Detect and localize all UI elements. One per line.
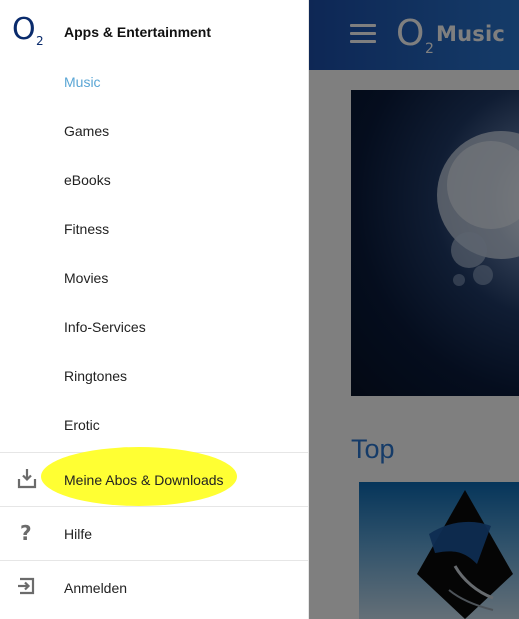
submenu-item-movies[interactable]: Movies (64, 253, 108, 302)
drawer-title: Apps & Entertainment (64, 24, 212, 40)
drawer-row-label: Meine Abos & Downloads (64, 471, 224, 488)
question-mark-icon: ? (16, 521, 38, 545)
submenu-item-games[interactable]: Games (64, 106, 109, 155)
submenu-item-erotic[interactable]: Erotic (64, 400, 100, 449)
submenu-item-fitness[interactable]: Fitness (64, 204, 109, 253)
svg-text:?: ? (20, 521, 32, 543)
submenu-item-music[interactable]: Music (64, 57, 101, 106)
submenu-item-info-services[interactable]: Info-Services (64, 302, 146, 351)
submenu-item-ebooks[interactable]: eBooks (64, 155, 111, 204)
download-tray-icon (16, 467, 38, 489)
logo-two: 2 (36, 34, 44, 48)
navigation-drawer: O 2 Apps & Entertainment Music Games eBo… (0, 0, 309, 619)
drawer-row-label: Anmelden (64, 579, 128, 596)
logo-o: O (12, 12, 36, 47)
drawer-row-downloads[interactable]: Meine Abos & Downloads (0, 453, 308, 506)
login-arrow-icon (16, 575, 38, 597)
drawer-row-help[interactable]: ? Hilfe (0, 507, 308, 560)
o2-logo[interactable]: O 2 (12, 15, 48, 51)
submenu-item-ringtones[interactable]: Ringtones (64, 351, 127, 400)
drawer-header: O 2 Apps & Entertainment (0, 0, 308, 65)
drawer-row-label: Hilfe (64, 525, 93, 542)
drawer-row-login[interactable]: Anmelden (0, 561, 308, 614)
